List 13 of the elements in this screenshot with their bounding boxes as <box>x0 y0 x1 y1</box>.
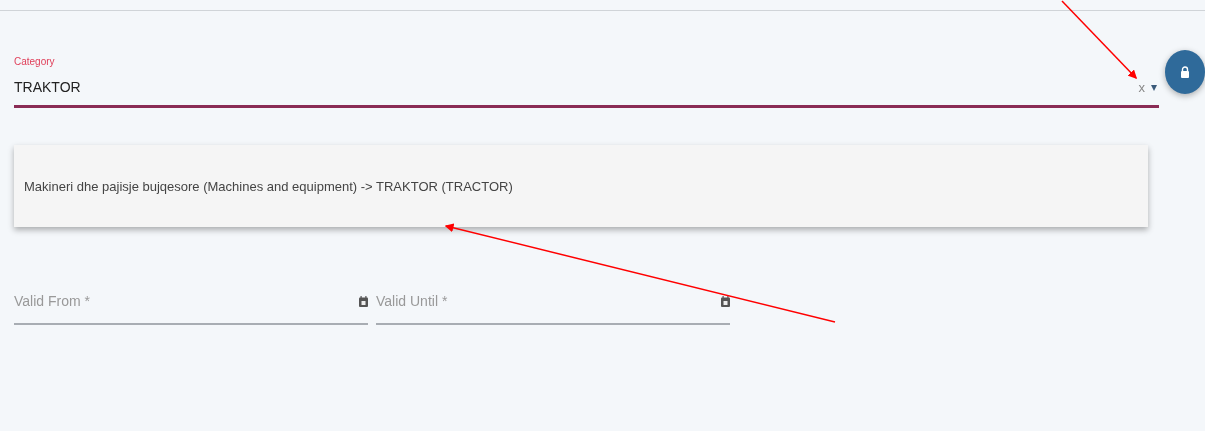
field-label: Category <box>14 56 56 67</box>
lock-icon <box>1180 66 1190 78</box>
category-input[interactable]: TRAKTOR <box>14 79 1135 95</box>
suggestion-option[interactable]: Makineri dhe pajisje bujqesore (Machines and equipment) -> TRAKTOR (TRACTOR) <box>14 178 513 194</box>
calendar-icon <box>721 295 730 307</box>
date-field[interactable]: Valid Until * <box>376 293 730 325</box>
date-input[interactable]: Valid From * <box>14 293 359 309</box>
category-field[interactable]: Category TRAKTOR x ▾ <box>14 56 1160 108</box>
date-field[interactable]: Valid From * <box>14 293 368 325</box>
calendar-icon <box>359 295 368 307</box>
lock-button[interactable] <box>1165 50 1205 94</box>
date-input[interactable]: Valid Until * <box>376 293 721 309</box>
dropdown-button[interactable]: ▾ <box>1149 80 1160 94</box>
